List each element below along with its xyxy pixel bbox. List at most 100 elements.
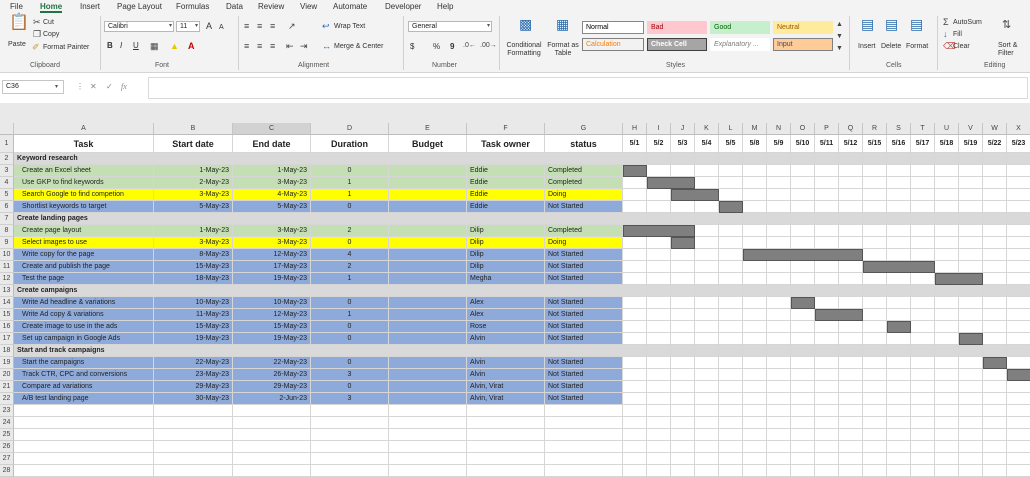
gantt-cell[interactable] <box>743 369 767 381</box>
row-header-6[interactable]: 6 <box>0 201 14 213</box>
grid-cell[interactable] <box>887 429 911 441</box>
grid-cell[interactable] <box>545 465 623 477</box>
task-name-cell[interactable]: Create image to use in the ads <box>14 321 154 333</box>
align-bottom-icon[interactable]: ≡ <box>270 21 275 31</box>
paste-icon[interactable]: 📋 <box>9 15 29 31</box>
grid-cell[interactable] <box>863 429 887 441</box>
grid-cell[interactable] <box>154 405 233 417</box>
grid-cell[interactable] <box>863 405 887 417</box>
grid-cell[interactable] <box>623 417 647 429</box>
budget-cell[interactable] <box>389 165 467 177</box>
gantt-cell[interactable] <box>767 369 791 381</box>
grid-cell[interactable] <box>695 153 719 165</box>
grid-cell[interactable] <box>467 153 545 165</box>
task-name-cell[interactable]: Write Ad headline & variations <box>14 297 154 309</box>
grid-cell[interactable] <box>623 153 647 165</box>
grid-cell[interactable] <box>791 345 815 357</box>
gantt-cell[interactable] <box>911 177 935 189</box>
budget-cell[interactable] <box>389 249 467 261</box>
gantt-cell[interactable] <box>887 237 911 249</box>
gantt-cell[interactable] <box>1007 333 1030 345</box>
gantt-cell[interactable] <box>647 381 671 393</box>
date-header[interactable]: 5/8 <box>743 135 767 153</box>
task-owner-cell[interactable]: Dilip <box>467 261 545 273</box>
grid-cell[interactable] <box>983 285 1007 297</box>
grid-cell[interactable] <box>695 441 719 453</box>
grid-cell[interactable] <box>671 441 695 453</box>
gantt-cell[interactable] <box>671 273 695 285</box>
grid-cell[interactable] <box>695 285 719 297</box>
duration-cell[interactable]: 0 <box>311 165 389 177</box>
gantt-cell[interactable] <box>935 381 959 393</box>
grid-cell[interactable] <box>647 453 671 465</box>
fill-color-icon[interactable]: ▲ <box>170 41 179 51</box>
gantt-cell[interactable] <box>839 297 863 309</box>
grid-cell[interactable] <box>815 465 839 477</box>
gantt-cell[interactable] <box>671 381 695 393</box>
grid-cell[interactable] <box>791 213 815 225</box>
gantt-cell[interactable] <box>743 393 767 405</box>
budget-cell[interactable] <box>389 261 467 273</box>
grid-cell[interactable] <box>1007 213 1030 225</box>
row-header-26[interactable]: 26 <box>0 441 14 453</box>
grid-cell[interactable] <box>815 345 839 357</box>
grid-cell[interactable] <box>233 453 311 465</box>
grid-cell[interactable] <box>623 345 647 357</box>
gantt-cell[interactable] <box>743 237 767 249</box>
task-owner-cell[interactable]: Alex <box>467 297 545 309</box>
grid-cell[interactable] <box>767 453 791 465</box>
gantt-cell[interactable] <box>911 369 935 381</box>
start-date-cell[interactable]: 8-May-23 <box>154 249 233 261</box>
grid-cell[interactable] <box>311 213 389 225</box>
budget-cell[interactable] <box>389 357 467 369</box>
duration-cell[interactable]: 1 <box>311 189 389 201</box>
column-header-W[interactable]: W <box>983 123 1007 135</box>
duration-cell[interactable]: 1 <box>311 309 389 321</box>
budget-cell[interactable] <box>389 177 467 189</box>
gantt-cell[interactable] <box>815 237 839 249</box>
grid-cell[interactable] <box>389 453 467 465</box>
grid-cell[interactable] <box>719 417 743 429</box>
grid-cell[interactable] <box>545 417 623 429</box>
grid-cell[interactable] <box>767 465 791 477</box>
grid-cell[interactable] <box>791 453 815 465</box>
gantt-cell[interactable] <box>815 261 839 273</box>
gantt-cell[interactable] <box>623 201 647 213</box>
grid-cell[interactable] <box>839 405 863 417</box>
column-header-T[interactable]: T <box>911 123 935 135</box>
grid-cell[interactable] <box>959 285 983 297</box>
gantt-cell[interactable] <box>839 333 863 345</box>
grid-cell[interactable] <box>911 405 935 417</box>
column-header-Q[interactable]: Q <box>839 123 863 135</box>
tab-automate[interactable]: Automate <box>333 1 367 13</box>
gantt-cell[interactable] <box>695 165 719 177</box>
gantt-cell[interactable] <box>1007 273 1030 285</box>
section-title[interactable]: Start and track campaigns <box>14 345 154 357</box>
task-name-cell[interactable]: Search Google to find competion <box>14 189 154 201</box>
gantt-cell[interactable] <box>935 165 959 177</box>
gantt-cell[interactable] <box>695 369 719 381</box>
gantt-cell[interactable] <box>887 189 911 201</box>
format-button[interactable]: Format <box>906 42 928 51</box>
end-date-cell[interactable]: 15-May-23 <box>233 321 311 333</box>
grid-cell[interactable] <box>389 441 467 453</box>
column-header-F[interactable]: F <box>467 123 545 135</box>
gantt-cell[interactable] <box>623 369 647 381</box>
row-header-3[interactable]: 3 <box>0 165 14 177</box>
grid-cell[interactable] <box>467 213 545 225</box>
task-name-cell[interactable]: Start the campaigns <box>14 357 154 369</box>
grid-cell[interactable] <box>719 453 743 465</box>
gantt-cell[interactable] <box>959 261 983 273</box>
grid-cell[interactable] <box>1007 405 1030 417</box>
tab-formulas[interactable]: Formulas <box>176 1 209 13</box>
gantt-cell[interactable] <box>1007 177 1030 189</box>
gantt-cell[interactable] <box>695 261 719 273</box>
gantt-cell[interactable] <box>839 273 863 285</box>
gantt-cell[interactable] <box>767 321 791 333</box>
task-name-cell[interactable]: Use GKP to find keywords <box>14 177 154 189</box>
gantt-cell[interactable] <box>623 321 647 333</box>
gantt-cell[interactable] <box>719 309 743 321</box>
grid-cell[interactable] <box>743 429 767 441</box>
grid-cell[interactable] <box>863 441 887 453</box>
gantt-cell[interactable] <box>911 357 935 369</box>
